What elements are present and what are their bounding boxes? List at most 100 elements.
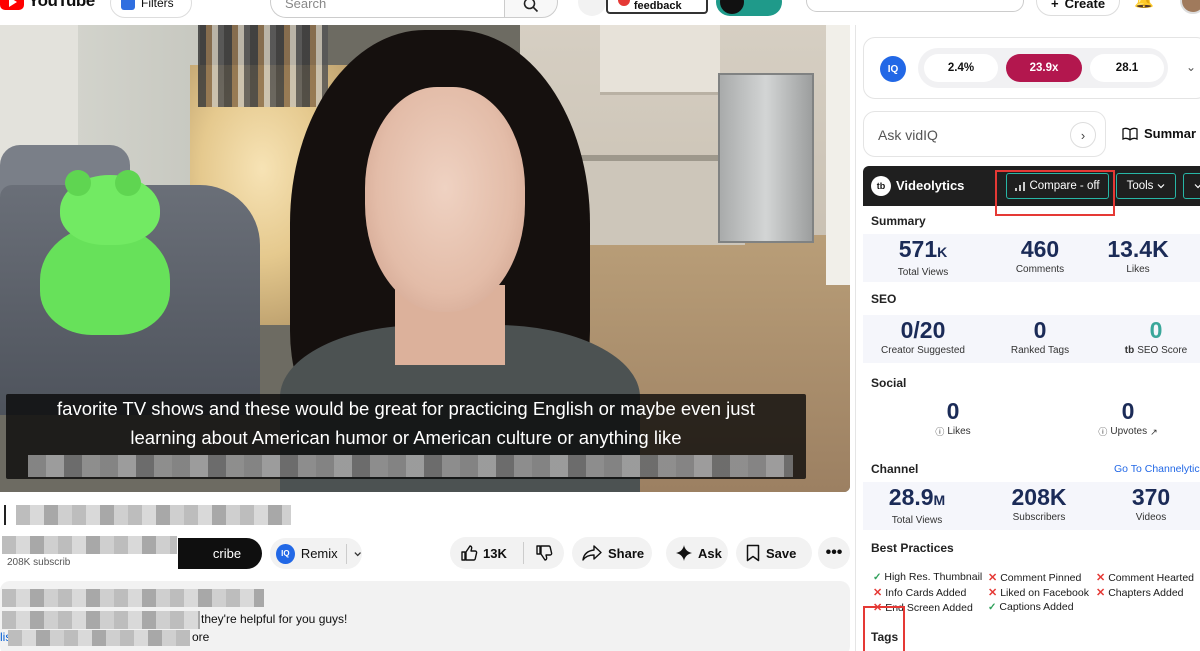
filters-icon [121,0,135,10]
stat-label: Ranked Tags [1010,345,1070,356]
stat-label: Subscribers [1012,512,1066,523]
more-dropdown-button[interactable] [1183,173,1200,199]
save-label: Save [766,545,797,561]
more-actions-button[interactable]: ••• [818,537,850,569]
youtube-play-icon [0,0,24,10]
stat-videos: 370 Videos [1111,482,1191,524]
go-to-channelytics-link[interactable]: Go To Channelytic [1114,463,1200,475]
pixelated-title [16,505,291,525]
voice-search-button[interactable] [578,0,606,16]
video-player[interactable]: favorite TV shows and these would be gre… [0,25,850,492]
text-cursor [4,505,6,525]
vidiq-score-pill[interactable]: 28.1 [1090,54,1164,82]
chevron-right-icon[interactable]: › [1070,122,1096,148]
bell-icon[interactable]: 🔔 [1134,0,1154,10]
videolytics-header: tb Videolytics Compare - off Tools [863,166,1200,206]
chevron-down-icon [1194,184,1200,189]
section-label-social: Social [871,376,907,390]
caption-line-2: learning about American humor or America… [130,427,682,448]
vidiq-score-card: IQ 2.4% 23.9x 28.1 ⌄ [863,37,1200,99]
stat-label: Creator Suggested [881,345,965,356]
filters-button[interactable]: Filters [110,0,192,18]
subscribe-button[interactable]: cribe [178,538,262,569]
book-icon [1122,127,1138,141]
best-practice-label: End Screen Added [885,601,973,614]
tools-label: Tools [1126,180,1154,192]
info-icon: ⓘ [1098,427,1108,437]
vidiq-score-pill-highlight[interactable]: 23.9x [1006,54,1082,82]
search-button[interactable] [504,0,558,18]
stat-label: tb SEO Score [1106,345,1200,357]
best-practice-item: ✕ Comment Pinned [988,571,1082,585]
search-input[interactable]: Search [270,0,504,18]
live-feedback-button[interactable]: Live feedback [606,0,708,14]
vidiq-score-pill[interactable]: 2.4% [924,54,998,82]
thumbs-up-icon [461,545,478,561]
stat-label: Videos [1135,512,1167,523]
stat-channel-views: 28.9M Total Views [877,482,957,527]
cross-icon: ✕ [988,572,998,584]
stat-suffix: K [937,244,948,260]
remix-button[interactable]: IQ Remix [270,538,362,569]
summary-button[interactable]: Summar [1122,126,1196,141]
stat-subscribers: 208K Subscribers [999,482,1079,524]
scene-upper-cabinet [600,25,720,95]
external-link-icon: ↗ [1150,427,1158,437]
share-button[interactable]: Share [572,537,652,569]
create-button[interactable]: + Create [1036,0,1120,16]
tubebuddy-logo-icon: tb [871,176,891,196]
sparkle-icon [676,545,692,561]
stat-value: 571K [883,234,963,267]
create-label: Create [1064,0,1106,11]
tubebuddy-icon [720,0,744,14]
stat-number: 571 [898,236,938,262]
stat-total-views: 571K Total Views [883,234,963,279]
ask-button[interactable]: Ask [666,537,728,569]
stat-label[interactable]: ⓘ Upvotes ↗ [1088,426,1168,438]
description-box[interactable]: they're helpful for you guys! lis ore [0,581,850,651]
share-label: Share [608,545,645,561]
check-icon: ✓ [988,601,997,613]
stat-ranked-tags: 0 Ranked Tags [990,315,1090,357]
extension-stat-strip[interactable] [806,0,1024,12]
description-more-link[interactable]: ore [192,630,209,644]
like-count: 13K [483,545,507,561]
section-label-channel: Channel [871,462,919,476]
youtube-logo-text: YouTube [28,0,95,10]
chevron-down-icon[interactable] [353,549,362,559]
save-button[interactable]: Save [736,537,812,569]
info-icon: ⓘ [935,427,945,437]
chevron-down-icon[interactable]: ⌄ [1186,60,1196,74]
tools-dropdown-button[interactable]: Tools [1116,173,1176,199]
stat-value: 0 [1033,317,1047,343]
vidiq-logo-icon: IQ [276,543,295,564]
compare-toggle-button[interactable]: Compare - off [1006,173,1109,199]
stat-suffix: M [933,492,946,508]
tubebuddy-logo-icon: tb [1124,345,1135,356]
channel-name-blurred[interactable] [2,536,177,554]
stat-upvotes: 0 ⓘ Upvotes ↗ [1088,396,1168,438]
divider [345,543,347,564]
best-practice-item: ✕ Comment Hearted [1096,571,1194,585]
vidiq-logo-icon[interactable]: IQ [880,56,906,82]
stat-value: 0/20 [900,317,946,343]
stat-label: ⓘ Likes [913,426,993,438]
like-button[interactable]: 13K [450,544,523,562]
ask-vidiq-input[interactable]: Ask vidIQ › [863,111,1106,157]
best-practice-label: Comment Pinned [1000,571,1082,584]
compare-label: Compare - off [1029,180,1100,192]
plus-icon: + [1051,0,1059,11]
best-practice-label: Chapters Added [1108,586,1184,599]
youtube-logo[interactable]: YouTube [0,0,95,11]
tubebuddy-menu-button[interactable] [716,0,782,16]
filters-label: Filters [141,0,174,10]
avatar[interactable] [1180,0,1200,14]
stat-comments: 460 Comments [1000,234,1080,276]
subscriber-count: 208K subscrib [7,557,71,568]
best-practice-label: Liked on Facebook [1000,586,1089,599]
stat-label: Total Views [897,267,949,278]
seo-stats-row: 0/20 Creator Suggested 0 Ranked Tags 0 t… [863,315,1200,363]
stat-value: 370 [1131,484,1171,510]
dislike-button[interactable] [524,544,564,562]
cross-icon: ✕ [1096,587,1106,599]
